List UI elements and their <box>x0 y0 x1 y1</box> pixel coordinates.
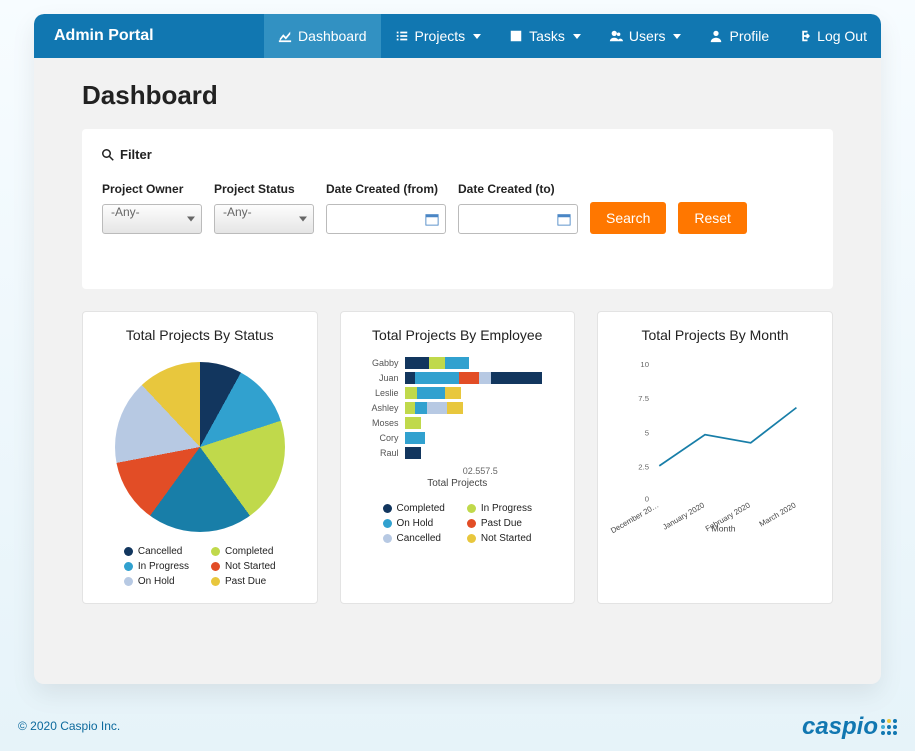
nav-users[interactable]: Users <box>595 14 696 58</box>
svg-text:2.5: 2.5 <box>638 463 649 472</box>
chart-line-icon <box>278 29 292 43</box>
brand-title: Admin Portal <box>34 14 174 58</box>
svg-text:10: 10 <box>640 360 649 369</box>
employee-bar-chart: GabbyJuanLeslieAshleyMosesCoryRaul <box>353 354 563 462</box>
legend-in-progress: In Progress <box>124 561 189 572</box>
calendar-icon <box>557 212 571 226</box>
status-legend: Cancelled Completed In Progress Not Star… <box>124 546 276 587</box>
search-button[interactable]: Search <box>590 202 666 234</box>
project-owner-select[interactable]: -Any- <box>102 204 202 234</box>
legend-completed: Completed <box>211 546 276 557</box>
project-status-select[interactable]: -Any- <box>214 204 314 234</box>
card-title-status: Total Projects By Status <box>126 326 274 344</box>
month-line-chart: 10 7.5 5 2.5 0 December 20…January 2020F… <box>610 354 820 534</box>
card-projects-by-month: Total Projects By Month 10 7.5 5 2.5 0 D… <box>597 311 833 604</box>
bar-xlabel: Total Projects <box>427 478 487 489</box>
date-from-input[interactable] <box>326 204 446 234</box>
legend-on-hold: On Hold <box>124 576 189 587</box>
card-title-month: Total Projects By Month <box>641 326 788 344</box>
dashboard-cards: Total Projects By Status Cancelled Compl… <box>82 311 833 604</box>
svg-text:Month: Month <box>712 524 736 534</box>
filter-date-from-label: Date Created (from) <box>326 182 446 196</box>
reset-button[interactable]: Reset <box>678 202 747 234</box>
logout-icon <box>797 29 811 43</box>
legend-past-due: Past Due <box>211 576 276 587</box>
filter-header: Filter <box>102 147 813 162</box>
chevron-down-icon <box>473 34 481 39</box>
calendar-icon <box>425 212 439 226</box>
card-projects-by-employee: Total Projects By Employee GabbyJuanLesl… <box>340 311 576 604</box>
date-to-input[interactable] <box>458 204 578 234</box>
list-icon <box>395 29 409 43</box>
top-navbar: Admin Portal Dashboard Projects Tasks Us… <box>34 14 881 58</box>
svg-text:0: 0 <box>645 495 649 504</box>
logo-dots-icon <box>881 719 897 735</box>
status-pie-chart <box>115 362 285 532</box>
nav-profile[interactable]: Profile <box>695 14 783 58</box>
card-title-employee: Total Projects By Employee <box>372 326 542 344</box>
svg-text:7.5: 7.5 <box>638 394 649 403</box>
card-projects-by-status: Total Projects By Status Cancelled Compl… <box>82 311 318 604</box>
bar-x-axis: 02.557.5 <box>463 466 498 476</box>
chevron-down-icon <box>573 34 581 39</box>
nav-projects[interactable]: Projects <box>381 14 496 58</box>
nav-dashboard[interactable]: Dashboard <box>264 14 381 58</box>
search-icon <box>102 149 114 161</box>
svg-text:March 2020: March 2020 <box>758 501 798 529</box>
filter-date-to-label: Date Created (to) <box>458 182 578 196</box>
users-icon <box>609 29 623 43</box>
check-square-icon <box>509 29 523 43</box>
app-shell: Admin Portal Dashboard Projects Tasks Us… <box>34 14 881 684</box>
svg-text:December 20…: December 20… <box>610 501 660 534</box>
legend-cancelled: Cancelled <box>124 546 189 557</box>
filter-panel: Filter Project Owner -Any- Project Statu… <box>82 129 833 289</box>
svg-text:5: 5 <box>645 429 649 438</box>
employee-legend: Completed In Progress On Hold Past Due C… <box>383 503 533 544</box>
svg-text:January 2020: January 2020 <box>661 501 706 532</box>
filter-row: Project Owner -Any- Project Status -Any-… <box>102 182 813 234</box>
filter-status-label: Project Status <box>214 182 314 196</box>
user-icon <box>709 29 723 43</box>
caspio-logo: caspio <box>802 713 897 741</box>
footer-copyright: © 2020 Caspio Inc. <box>18 719 120 733</box>
page-content: Dashboard Filter Project Owner -Any- Pro… <box>34 58 881 634</box>
nav-tasks[interactable]: Tasks <box>495 14 595 58</box>
chevron-down-icon <box>673 34 681 39</box>
filter-owner-label: Project Owner <box>102 182 202 196</box>
page-title: Dashboard <box>82 80 833 111</box>
nav-logout[interactable]: Log Out <box>783 14 881 58</box>
legend-not-started: Not Started <box>211 561 276 572</box>
